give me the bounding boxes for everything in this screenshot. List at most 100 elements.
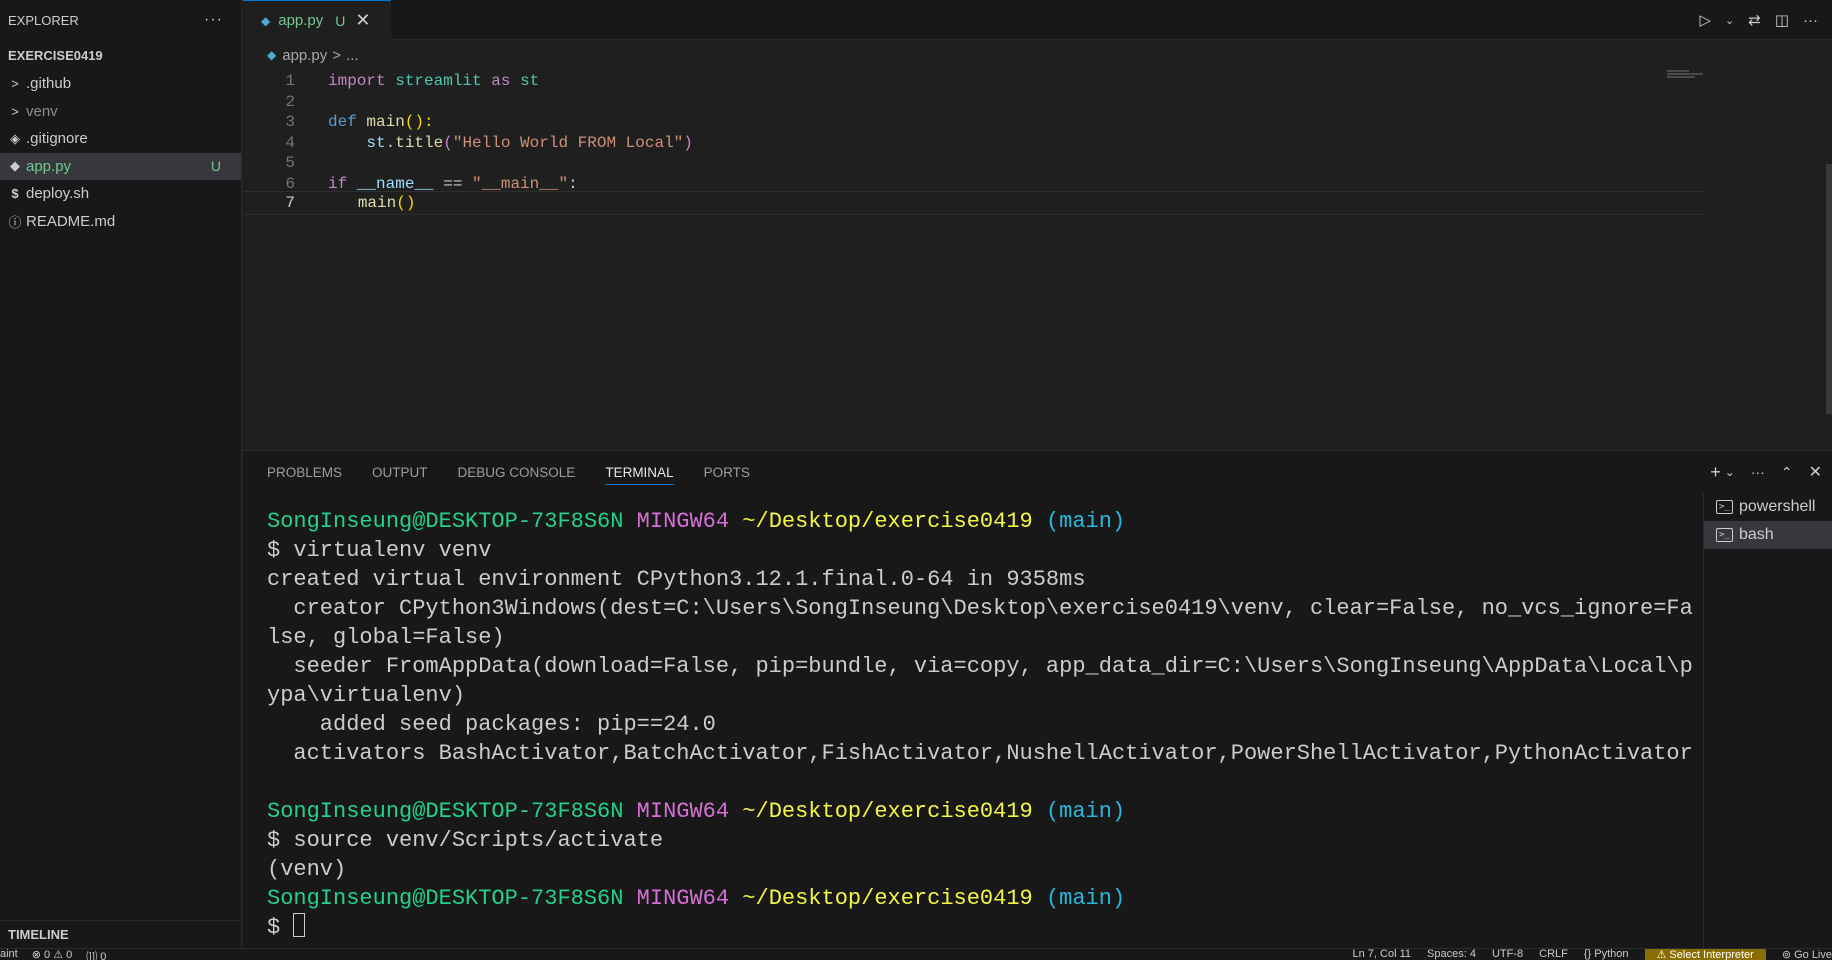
status-eol[interactable]: CRLF — [1539, 949, 1568, 960]
code-text: main() — [357, 194, 416, 212]
editor-actions: ▷ ⌄ ⇄ ◫ ··· — [1699, 0, 1832, 40]
explorer-header: EXPLORER ··· — [0, 0, 241, 40]
chevron-right-icon: > — [11, 76, 19, 92]
workspace-root-folder[interactable]: EXERCISE0419 — [0, 40, 241, 70]
chevron-down-icon[interactable]: ⌄ — [1725, 14, 1734, 27]
explorer-sidebar: EXPLORER ··· EXERCISE0419 > .github > ve… — [0, 0, 242, 948]
python-file-icon: ◆ — [261, 13, 271, 28]
terminal-line: lse, global=False) — [267, 625, 505, 650]
terminal-cursor — [293, 913, 306, 937]
status-encoding[interactable]: UTF-8 — [1492, 949, 1523, 960]
more-actions-icon[interactable]: ··· — [1803, 12, 1818, 29]
info-file-icon: ⓘ — [8, 214, 22, 230]
timeline-section-header[interactable]: TIMELINE — [0, 920, 242, 948]
run-icon[interactable]: ▷ — [1699, 11, 1711, 29]
status-problems[interactable]: ⊗ 0 ⚠ 0 — [32, 949, 72, 960]
breadcrumb-symbols[interactable]: ... — [346, 47, 359, 64]
tree-item-label: venv — [26, 102, 58, 120]
line-number: 5 — [285, 154, 295, 172]
terminal-item-powershell[interactable]: >_ powershell — [1704, 493, 1832, 521]
terminal-line: creator CPython3Windows(dest=C:\Users\So… — [267, 596, 1693, 621]
tree-item-venv[interactable]: > venv — [0, 98, 241, 126]
tab-output[interactable]: OUTPUT — [372, 451, 428, 493]
bottom-panel: PROBLEMS OUTPUT DEBUG CONSOLE TERMINAL P… — [243, 450, 1832, 949]
split-editor-icon[interactable]: ◫ — [1775, 11, 1789, 29]
breadcrumb-file[interactable]: app.py — [282, 47, 327, 64]
close-icon[interactable]: ✕ — [1809, 462, 1822, 482]
terminal-item-bash[interactable]: >_ bash — [1704, 521, 1832, 549]
chevron-down-icon[interactable]: ⌄ — [1725, 465, 1735, 479]
status-cursor-position[interactable]: Ln 7, Col 11 — [1353, 949, 1412, 960]
tab-status-badge: U — [335, 12, 346, 29]
terminal-line: ypa\virtualenv) — [267, 683, 466, 708]
tree-item-label: README.md — [26, 212, 116, 230]
terminal-line: $ virtualenv venv — [267, 538, 492, 563]
code-text: def main(): — [328, 113, 434, 131]
line-number: 7 — [285, 194, 295, 212]
terminal-prompt: SongInseung@DESKTOP-73F8S6N MINGW64 ~/De… — [267, 799, 1126, 824]
status-right: Ln 7, Col 11 Spaces: 4 UTF-8 CRLF {} Pyt… — [1353, 949, 1832, 960]
tree-item-readme[interactable]: ⓘ README.md — [0, 208, 241, 236]
git-file-icon: ◈ — [10, 130, 20, 146]
terminal-output[interactable]: SongInseung@DESKTOP-73F8S6N MINGW64 ~/De… — [267, 507, 1693, 942]
tree-item-deploy-sh[interactable]: $ deploy.sh — [0, 180, 241, 208]
line-number: 2 — [285, 92, 295, 111]
status-ports[interactable]: ⑾ 0 — [86, 949, 106, 960]
untracked-badge: U — [210, 158, 221, 175]
select-interpreter-button[interactable]: ⚠ Select Interpreter — [1644, 949, 1766, 960]
python-file-icon: ◆ — [267, 48, 277, 62]
status-language[interactable]: {} Python — [1584, 949, 1629, 960]
code-text: if __name__ == "__main__": — [328, 174, 578, 193]
terminal-line: created virtual environment CPython3.12.… — [267, 567, 1086, 592]
line-number: 4 — [285, 133, 295, 152]
breadcrumb: ◆ app.py > ... — [243, 41, 1832, 69]
more-actions-icon[interactable]: ··· — [204, 11, 223, 29]
breadcrumb-separator: > — [332, 46, 342, 64]
shell-file-icon: $ — [11, 186, 19, 202]
status-left: aint ⊗ 0 ⚠ 0 ⑾ 0 — [0, 949, 106, 960]
tab-debug-console[interactable]: DEBUG CONSOLE — [458, 451, 576, 493]
panel-tabs: PROBLEMS OUTPUT DEBUG CONSOLE TERMINAL P… — [243, 451, 1832, 493]
tab-terminal[interactable]: TERMINAL — [605, 451, 674, 493]
chevron-right-icon: > — [11, 103, 19, 119]
vertical-scrollbar[interactable] — [1826, 164, 1832, 414]
maximize-panel-icon[interactable]: ⌃ — [1781, 464, 1793, 481]
terminal-input-line[interactable]: $ — [267, 913, 306, 940]
timeline-label: TIMELINE — [8, 927, 69, 942]
code-text: st.title("Hello World FROM Local") — [366, 133, 693, 152]
terminal-line: $ source venv/Scripts/activate — [267, 828, 664, 853]
line-number: 1 — [285, 72, 295, 90]
tree-item-label: .github — [26, 75, 72, 93]
tree-item-label: deploy.sh — [26, 185, 90, 203]
panel-actions: + ⌄ ··· ⌃ ✕ — [1710, 451, 1822, 493]
minimap[interactable] — [1667, 69, 1757, 99]
terminal-list: >_ powershell >_ bash — [1703, 493, 1832, 949]
tree-item-app-py[interactable]: ◆ app.py U — [0, 152, 241, 180]
code-editor[interactable]: 1 import streamlit as st 2 3 def main():… — [243, 69, 1832, 450]
close-icon[interactable]: ✕ — [355, 10, 370, 31]
terminal-prompt: SongInseung@DESKTOP-73F8S6N MINGW64 ~/De… — [267, 886, 1126, 911]
terminal-icon: >_ — [1716, 500, 1733, 514]
terminal-line: seeder FromAppData(download=False, pip=b… — [267, 654, 1693, 679]
tab-problems[interactable]: PROBLEMS — [267, 451, 342, 493]
compare-changes-icon[interactable]: ⇄ — [1748, 11, 1761, 29]
terminal-line: added seed packages: pip==24.0 — [267, 712, 716, 737]
tree-item-github[interactable]: > .github — [0, 70, 241, 98]
line-number: 3 — [285, 113, 295, 131]
tree-item-gitignore[interactable]: ◈ .gitignore — [0, 125, 241, 153]
more-actions-icon[interactable]: ··· — [1751, 464, 1765, 480]
editor-tab-bar: ◆ app.py U ✕ ▷ ⌄ ⇄ ◫ ··· — [243, 0, 1832, 40]
new-terminal-icon[interactable]: + — [1710, 462, 1721, 483]
tree-item-label: app.py — [26, 157, 72, 175]
tab-app-py[interactable]: ◆ app.py U ✕ — [243, 0, 391, 40]
tab-ports[interactable]: PORTS — [704, 451, 750, 493]
status-indentation[interactable]: Spaces: 4 — [1427, 949, 1476, 960]
terminal-prompt: SongInseung@DESKTOP-73F8S6N MINGW64 ~/De… — [267, 509, 1126, 534]
status-bar: aint ⊗ 0 ⚠ 0 ⑾ 0 Ln 7, Col 11 Spaces: 4 … — [0, 948, 1832, 960]
code-line-current: 7 main() — [243, 191, 1703, 215]
terminal-item-label: bash — [1739, 526, 1774, 543]
tab-label: app.py — [278, 12, 324, 29]
terminal-icon: >_ — [1716, 528, 1733, 542]
go-live-button[interactable]: ⊚ Go Live — [1782, 949, 1832, 960]
status-branch[interactable]: aint — [0, 949, 18, 960]
